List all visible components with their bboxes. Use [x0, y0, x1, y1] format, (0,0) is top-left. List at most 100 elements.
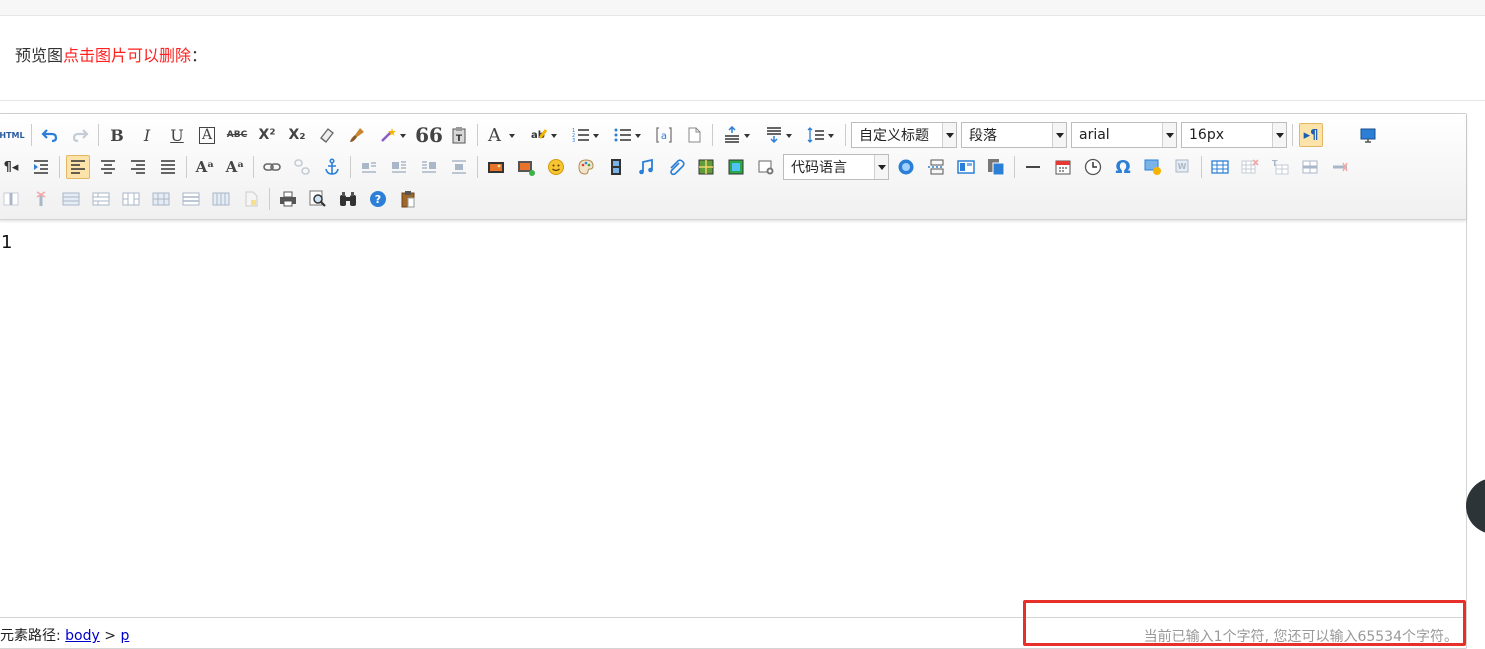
- help-button[interactable]: ?: [366, 187, 390, 211]
- chevron-down-icon[interactable]: [1162, 123, 1176, 147]
- format-match-button[interactable]: [345, 123, 369, 147]
- strikethrough-button[interactable]: ABC: [225, 123, 249, 147]
- search-replace-button[interactable]: [336, 187, 360, 211]
- delete-col-button[interactable]: [29, 187, 53, 211]
- align-justify-button[interactable]: [156, 155, 180, 179]
- split-to-cols-button[interactable]: [209, 187, 233, 211]
- align-center-button[interactable]: [96, 155, 120, 179]
- insert-col-button[interactable]: [0, 187, 23, 211]
- snap-screen-button[interactable]: [1141, 155, 1165, 179]
- font-family-select[interactable]: arial: [1071, 122, 1177, 148]
- unlink-button[interactable]: [290, 155, 314, 179]
- merge-down-button[interactable]: [119, 187, 143, 211]
- italic-button[interactable]: I: [135, 123, 159, 147]
- font-border-button[interactable]: A: [195, 123, 219, 147]
- page-break-button[interactable]: [924, 155, 948, 179]
- rowspacing-button[interactable]: a: [652, 123, 676, 147]
- editor-content-text[interactable]: 1: [1, 232, 12, 253]
- undo-button[interactable]: [38, 123, 62, 147]
- element-path-body-link[interactable]: body: [65, 628, 100, 644]
- editor-content-area[interactable]: 1: [0, 220, 1466, 617]
- special-chars-button[interactable]: Ω: [1111, 155, 1135, 179]
- underline-button[interactable]: U: [165, 123, 189, 147]
- align-right-button[interactable]: [126, 155, 150, 179]
- bold-button[interactable]: B: [105, 123, 129, 147]
- insert-paragraph-before-table-button[interactable]: T: [1268, 155, 1292, 179]
- web-app-button[interactable]: [894, 155, 918, 179]
- indent-button[interactable]: [29, 155, 53, 179]
- insert-row-button[interactable]: [1298, 155, 1322, 179]
- insert-video-button[interactable]: [604, 155, 628, 179]
- fullscreen-button[interactable]: [1356, 123, 1380, 147]
- image-right-button[interactable]: [417, 155, 441, 179]
- paragraph-spacing-top-button[interactable]: [719, 123, 755, 147]
- tolowercase-button[interactable]: Aᵃ: [223, 155, 247, 179]
- scrawl-button[interactable]: [574, 155, 598, 179]
- horizontal-rule-button[interactable]: [1021, 155, 1045, 179]
- print-button[interactable]: [276, 187, 300, 211]
- image-left-button[interactable]: [387, 155, 411, 179]
- touppercase-button[interactable]: Aᵃ: [193, 155, 217, 179]
- font-color-button[interactable]: A: [484, 123, 520, 147]
- pagebreak-button[interactable]: [682, 123, 706, 147]
- split-rows-icon: [182, 192, 200, 206]
- attachment-button[interactable]: [664, 155, 688, 179]
- chevron-down-icon[interactable]: [942, 123, 956, 147]
- blockquote-button[interactable]: 66: [415, 123, 443, 147]
- insert-date-button[interactable]: [1051, 155, 1075, 179]
- music-button[interactable]: [634, 155, 658, 179]
- split-to-rows-button[interactable]: [179, 187, 203, 211]
- simple-upload-button[interactable]: [484, 155, 508, 179]
- toolbar-separator: [98, 124, 99, 146]
- link-button[interactable]: [260, 155, 284, 179]
- anchor-button[interactable]: [320, 155, 344, 179]
- emotion-button[interactable]: [544, 155, 568, 179]
- insert-image-button[interactable]: [514, 155, 538, 179]
- preview-button[interactable]: [306, 187, 330, 211]
- background-color-button[interactable]: ab: [526, 123, 562, 147]
- merge-right-button[interactable]: [89, 187, 113, 211]
- ordered-list-icon: 123: [572, 128, 589, 144]
- charts-button[interactable]: [239, 187, 263, 211]
- html-source-button[interactable]: HTML: [0, 123, 25, 147]
- subscript-button[interactable]: X₂: [285, 123, 309, 147]
- drafts-button[interactable]: [396, 187, 420, 211]
- align-left-button[interactable]: [66, 155, 90, 179]
- paragraph-spacing-bottom-button[interactable]: [761, 123, 797, 147]
- chevron-down-icon[interactable]: [1272, 123, 1286, 147]
- preview-colon: ：: [191, 46, 208, 65]
- redo-button[interactable]: [68, 123, 92, 147]
- background-button[interactable]: [984, 155, 1008, 179]
- delete-table-button[interactable]: [1238, 155, 1262, 179]
- word-image-button[interactable]: W: [1171, 155, 1195, 179]
- font-size-select[interactable]: 16px: [1181, 122, 1287, 148]
- chevron-down-icon[interactable]: [1052, 123, 1066, 147]
- paste-plain-button[interactable]: T: [447, 123, 471, 147]
- insert-table-button[interactable]: [1208, 155, 1232, 179]
- template-button[interactable]: [954, 155, 978, 179]
- code-language-select[interactable]: 代码语言: [783, 154, 889, 180]
- image-none-button[interactable]: [357, 155, 381, 179]
- split-to-cells-button[interactable]: [149, 187, 173, 211]
- floating-action-button[interactable]: [1466, 478, 1485, 534]
- image-float-left-icon: [392, 161, 406, 173]
- insert-time-button[interactable]: [1081, 155, 1105, 179]
- remove-format-button[interactable]: [315, 123, 339, 147]
- custom-heading-select[interactable]: 自定义标题: [851, 122, 957, 148]
- merge-cells-button[interactable]: [59, 187, 83, 211]
- superscript-button[interactable]: X²: [255, 123, 279, 147]
- paragraph-format-select[interactable]: 段落: [961, 122, 1067, 148]
- image-center-button[interactable]: [447, 155, 471, 179]
- map-button[interactable]: [694, 155, 718, 179]
- auto-typeset-button[interactable]: [375, 123, 411, 147]
- line-height-button[interactable]: [803, 123, 839, 147]
- direction-rtl-button[interactable]: ¶◂: [0, 155, 23, 179]
- direction-ltr-button[interactable]: ▸¶: [1299, 123, 1323, 147]
- ordered-list-button[interactable]: 123: [568, 123, 604, 147]
- insert-frame-button[interactable]: [754, 155, 778, 179]
- gmap-button[interactable]: [724, 155, 748, 179]
- delete-row-button[interactable]: [1328, 155, 1352, 179]
- unordered-list-button[interactable]: [610, 123, 646, 147]
- element-path-p-link[interactable]: p: [120, 628, 129, 644]
- chevron-down-icon[interactable]: [874, 155, 888, 179]
